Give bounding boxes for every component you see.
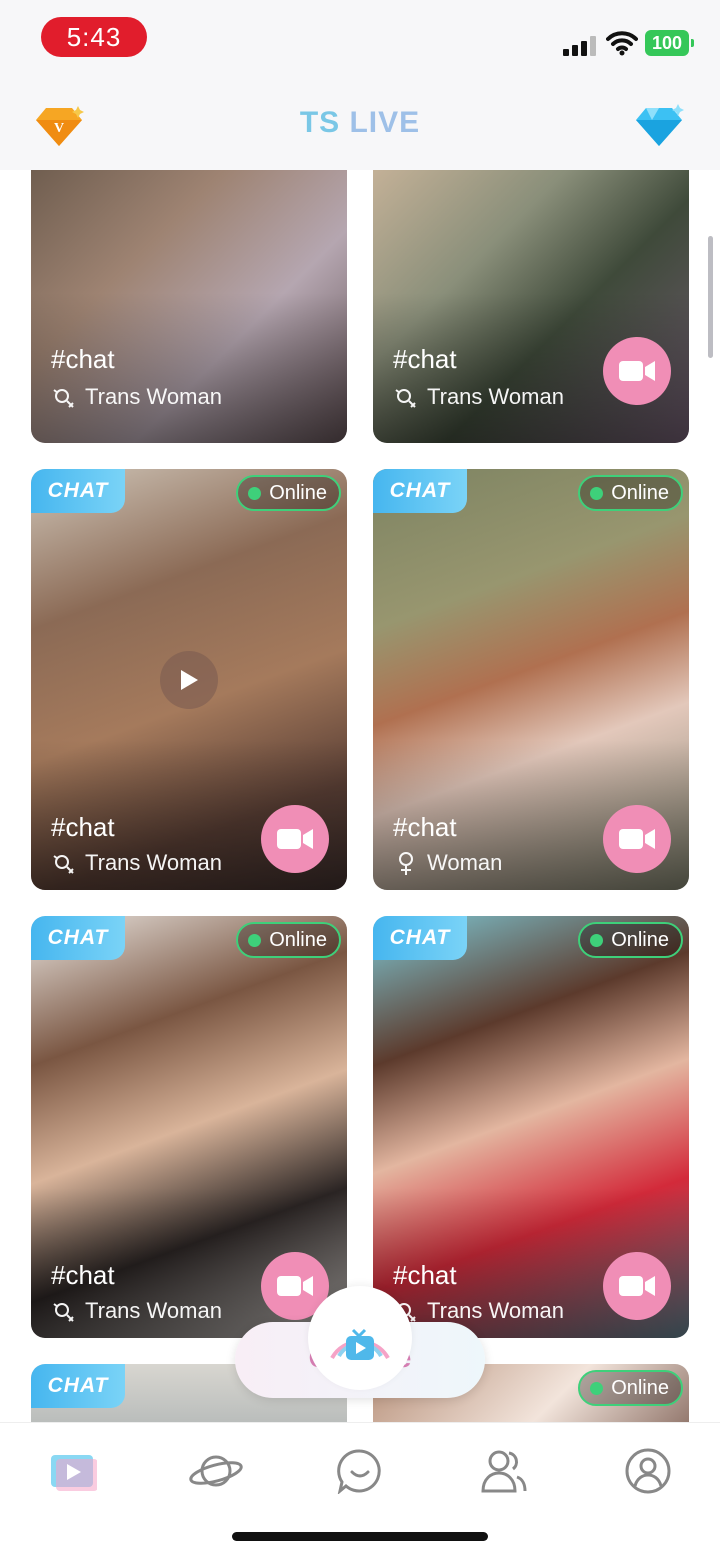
card-tag: #chat (51, 812, 115, 842)
video-call-button[interactable] (603, 805, 671, 873)
profile-card[interactable]: #chat Trans Woman (373, 170, 689, 443)
video-call-button[interactable] (603, 1252, 671, 1320)
profile-feed[interactable]: #chat Trans Woman #chat Trans Woman CHAT… (0, 170, 720, 1422)
online-status-badge: Online (236, 922, 341, 958)
app-title: TS LIVE (0, 106, 720, 140)
trans-gender-icon (395, 389, 416, 408)
video-camera-icon (619, 361, 655, 381)
chat-bubble-icon (337, 1449, 381, 1494)
wifi-icon (606, 31, 638, 56)
status-bar: 5:43 100 (0, 0, 720, 80)
profile-card[interactable]: #chat Trans Woman (31, 170, 347, 443)
online-status-badge: Online (578, 475, 683, 511)
trans-gender-icon (53, 1303, 74, 1322)
tab-explore[interactable] (186, 1443, 246, 1499)
tab-profile[interactable] (618, 1443, 678, 1499)
card-tag: #chat (393, 344, 457, 374)
video-camera-icon (619, 1276, 655, 1296)
card-gender: Trans Woman (393, 1298, 564, 1324)
online-status-badge: Online (578, 922, 683, 958)
card-tag: #chat (393, 1260, 457, 1290)
profile-card[interactable]: CHAT Online #chat Trans Woman (373, 916, 689, 1338)
card-gender: Woman (393, 850, 502, 876)
chat-badge: CHAT (373, 916, 467, 960)
video-camera-icon (277, 829, 313, 849)
live-tv-icon (330, 1328, 390, 1360)
play-video-button[interactable] (160, 651, 218, 709)
app-title-right: LIVE (349, 106, 421, 139)
card-tag: #chat (393, 812, 457, 842)
profile-card[interactable]: CHAT Online #chat Woman (373, 469, 689, 890)
video-icon (51, 1455, 97, 1491)
gem-store-icon[interactable] (632, 104, 686, 150)
profile-icon (625, 1448, 671, 1494)
online-status-badge: Online (236, 475, 341, 511)
planet-icon (189, 1455, 243, 1487)
female-gender-icon (399, 852, 413, 875)
go-live-icon-button[interactable] (308, 1286, 412, 1390)
card-gender: Trans Woman (51, 384, 222, 410)
feed-scrollbar[interactable] (708, 236, 713, 358)
card-gender: Trans Woman (51, 1298, 222, 1324)
chat-badge: CHAT (31, 916, 125, 960)
online-status-badge: Online (578, 1370, 683, 1406)
chat-badge: CHAT (31, 469, 125, 513)
cellular-signal-icon (563, 36, 596, 56)
play-icon (181, 670, 198, 690)
chat-badge: CHAT (31, 1364, 125, 1408)
profile-card[interactable]: CHAT Online #chat Trans Woman (31, 469, 347, 890)
trans-gender-icon (53, 389, 74, 408)
video-camera-icon (619, 829, 655, 849)
home-indicator[interactable] (232, 1532, 488, 1541)
trans-gender-icon (53, 855, 74, 874)
battery-indicator: 100 (645, 30, 694, 56)
tab-live[interactable] (42, 1443, 102, 1499)
profile-card[interactable]: CHAT Online #chat Trans Woman (31, 916, 347, 1338)
tab-friends[interactable] (474, 1443, 534, 1499)
friends-icon (481, 1450, 527, 1493)
video-call-button[interactable] (261, 805, 329, 873)
video-camera-icon (277, 1276, 313, 1296)
video-call-button[interactable] (603, 337, 671, 405)
status-time: 5:43 (41, 17, 147, 57)
card-tag: #chat (51, 1260, 115, 1290)
tab-messages[interactable] (330, 1443, 390, 1499)
card-gender: Trans Woman (51, 850, 222, 876)
app-title-left: TS (299, 106, 350, 139)
chat-badge: CHAT (373, 469, 467, 513)
card-gender: Trans Woman (393, 384, 564, 410)
app-header: V TS LIVE (0, 80, 720, 170)
card-tag: #chat (51, 344, 115, 374)
